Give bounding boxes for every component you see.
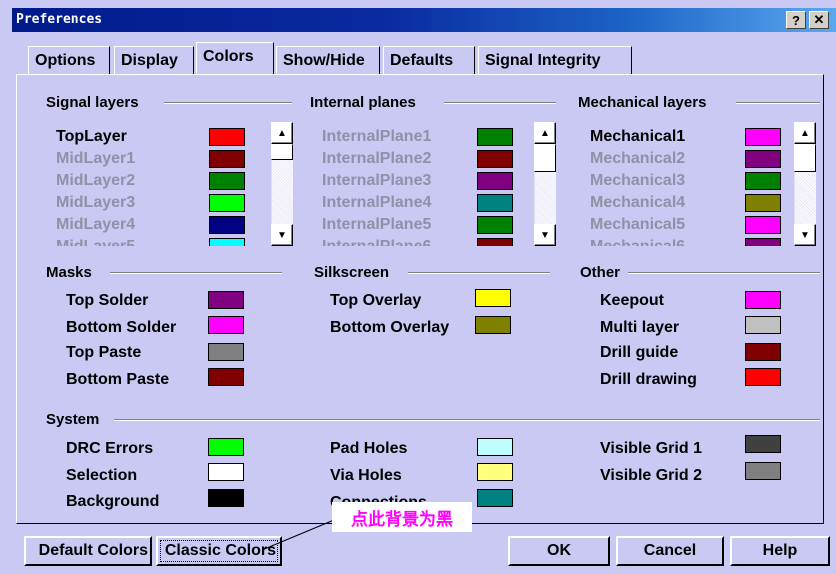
- annotation-arrow: [261, 519, 335, 551]
- annotation-callout: 点此背景为黑: [332, 502, 472, 532]
- tab-colors[interactable]: Colors: [196, 42, 274, 74]
